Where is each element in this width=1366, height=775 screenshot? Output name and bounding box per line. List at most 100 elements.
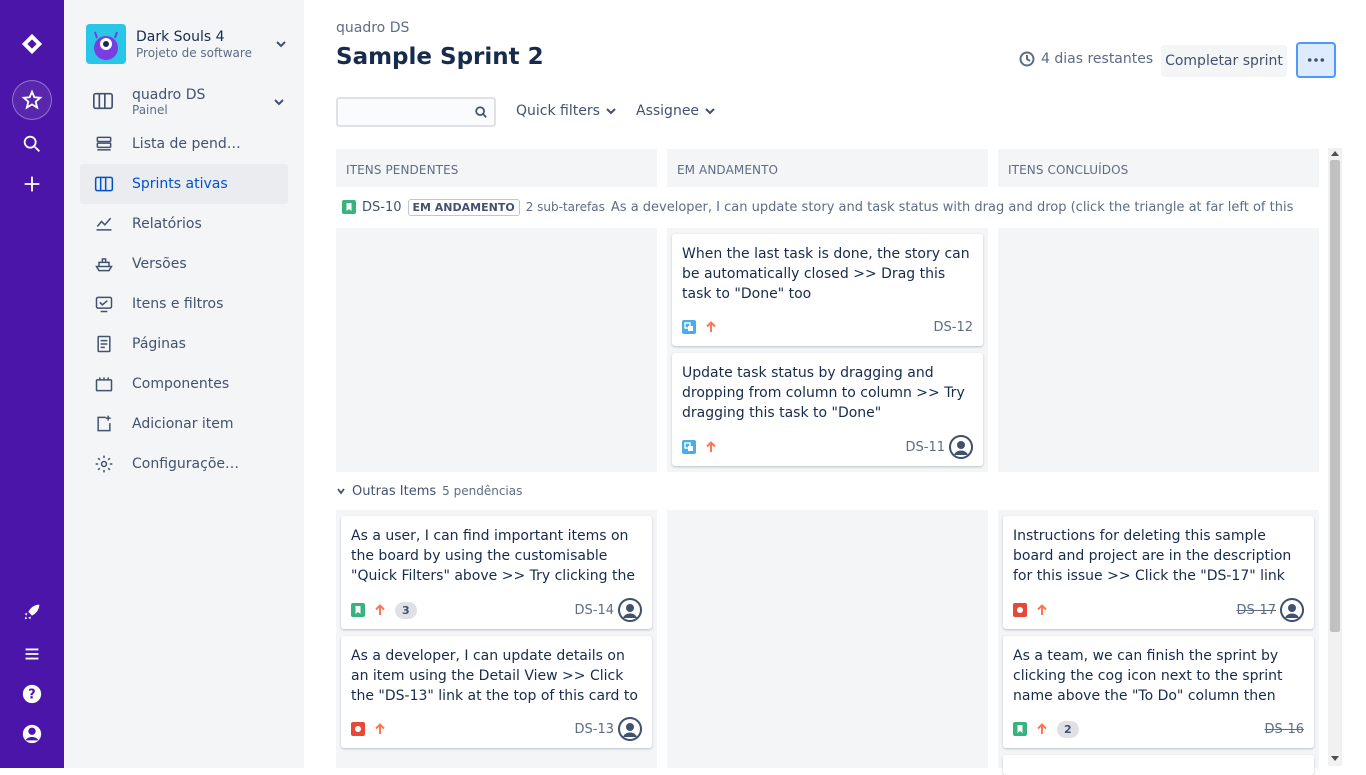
bug-icon [1013, 603, 1027, 617]
issue-key[interactable]: DS-17 [1237, 603, 1277, 618]
column-cell-done [998, 228, 1319, 472]
backlog-icon [92, 132, 116, 156]
swimlane-summary: As a developer, I can update story and t… [610, 199, 1296, 215]
project-name: Dark Souls 4 [136, 28, 225, 45]
reports-icon [92, 212, 116, 236]
chevron-down-icon [705, 108, 715, 115]
subtask-count-badge: 2 [1057, 720, 1079, 738]
sidebar-item-add-item[interactable]: Adicionar item [80, 404, 288, 444]
jira-logo-icon[interactable] [12, 24, 52, 64]
column-header-todo: ITENS PENDENTES [336, 149, 657, 187]
card-summary: Instructions for deleting this sample bo… [1013, 528, 1292, 584]
story-icon [351, 603, 365, 617]
more-actions-button[interactable] [1296, 42, 1336, 78]
sidebar-item-label: Adicionar item [132, 416, 234, 432]
sidebar-item-label: Sprints ativas [132, 176, 228, 192]
issue-key[interactable]: DS-11 [906, 440, 946, 455]
assignee-avatar[interactable] [618, 717, 642, 741]
sidebar-item-label: Configurações ... [132, 456, 242, 472]
sidebar-item-label: Páginas [132, 336, 186, 352]
status-badge: EM ANDAMENTO [407, 198, 520, 216]
complete-sprint-button[interactable]: Completar sprint [1161, 45, 1287, 77]
card-ds12[interactable]: When the last task is done, the story ca… [672, 234, 983, 346]
search-input[interactable] [336, 97, 496, 127]
swimlane-ds10[interactable]: DS-10 EM ANDAMENTO 2 sub-tarefas As a de… [336, 197, 1296, 217]
help-icon[interactable]: ? [12, 674, 52, 714]
create-icon[interactable] [12, 164, 52, 204]
card-partial[interactable] [1003, 755, 1314, 775]
sidebar-item-active-sprints[interactable]: Sprints ativas [80, 164, 288, 204]
column-cell-todo [336, 228, 657, 472]
breadcrumb[interactable]: quadro DS [336, 20, 409, 36]
assignee-dropdown[interactable]: Assignee [636, 103, 715, 119]
settings-icon [92, 452, 116, 476]
priority-high-icon [375, 604, 385, 615]
issues-icon [92, 292, 116, 316]
assignee-avatar[interactable] [618, 598, 642, 622]
chevron-down-icon [337, 488, 345, 495]
issue-count: 5 pendências [442, 484, 523, 498]
clock-icon [1019, 51, 1035, 67]
rocket-icon[interactable] [12, 592, 52, 632]
board-icon [92, 172, 116, 196]
subtask-count: 2 sub-tarefas [525, 200, 605, 214]
board-main: quadro DS Sample Sprint 2 4 dias restant… [304, 0, 1366, 775]
card-ds17[interactable]: Instructions for deleting this sample bo… [1003, 516, 1314, 629]
swimlane-other-items[interactable]: Outras Items 5 pendências [336, 481, 736, 501]
assignee-avatar[interactable] [949, 435, 973, 459]
subtask-icon [682, 320, 696, 334]
page-title: Sample Sprint 2 [336, 44, 544, 70]
project-avatar [86, 24, 126, 64]
chevron-down-icon [274, 99, 284, 106]
sidebar-item-issues[interactable]: Itens e filtros [80, 284, 288, 324]
sidebar-item-reports[interactable]: Relatórios [80, 204, 288, 244]
menu-icon[interactable] [12, 634, 52, 674]
swimlane-label: Outras Items [352, 483, 437, 499]
column-header-in-progress: EM ANDAMENTO [667, 149, 988, 187]
priority-high-icon [375, 723, 385, 734]
search-icon [475, 106, 487, 118]
board-scrollbar[interactable] [1328, 148, 1342, 766]
card-summary: As a user, I can find important items on… [351, 528, 635, 584]
sidebar-item-settings[interactable]: Configurações ... [80, 444, 288, 484]
svg-text:?: ? [28, 688, 35, 703]
card-summary: When the last task is done, the story ca… [682, 246, 970, 302]
card-summary: As a developer, I can update details on … [351, 648, 638, 704]
priority-high-icon [1037, 604, 1047, 615]
sidebar-item-label: Itens e filtros [132, 296, 224, 312]
sidebar-item-backlog[interactable]: Lista de pendê... [80, 124, 288, 164]
issue-key[interactable]: DS-14 [575, 603, 615, 618]
column-cell-in-progress [667, 510, 988, 768]
days-remaining: 4 dias restantes [1019, 51, 1153, 67]
assignee-avatar[interactable] [1280, 598, 1304, 622]
card-ds11[interactable]: Update task status by dragging and dropp… [672, 353, 983, 466]
swimlane-key[interactable]: DS-10 [362, 200, 402, 215]
user-avatar-icon[interactable] [12, 714, 52, 754]
card-ds14[interactable]: As a user, I can find important items on… [341, 516, 652, 629]
issue-key[interactable]: DS-13 [575, 722, 615, 737]
priority-high-icon [1037, 723, 1047, 734]
sidebar-item-components[interactable]: Componentes [80, 364, 288, 404]
card-summary: As a team, we can finish the sprint by c… [1013, 648, 1283, 704]
global-nav: ? [0, 0, 64, 768]
sidebar-item-label: Lista de pendê... [132, 136, 242, 152]
card-ds13[interactable]: As a developer, I can update details on … [341, 636, 652, 748]
quick-filters-dropdown[interactable]: Quick filters [516, 103, 616, 119]
search-icon[interactable] [12, 124, 52, 164]
sidebar-item-versions[interactable]: Versões [80, 244, 288, 284]
priority-high-icon [706, 321, 716, 332]
project-type: Projeto de software [136, 45, 252, 60]
sidebar-item-label: Versões [132, 256, 187, 272]
star-icon[interactable] [12, 80, 52, 120]
issue-key[interactable]: DS-16 [1265, 722, 1305, 737]
card-ds16[interactable]: As a team, we can finish the sprint by c… [1003, 636, 1314, 748]
sidebar-item-pages[interactable]: Páginas [80, 324, 288, 364]
more-icon [1307, 58, 1325, 62]
board-selector[interactable]: quadro DS Painel [92, 86, 284, 118]
chevron-down-icon [276, 41, 286, 48]
board-name: quadro DS [132, 87, 206, 103]
issue-key[interactable]: DS-12 [934, 320, 974, 335]
project-header[interactable]: Dark Souls 4 Projeto de software [86, 24, 286, 64]
ship-icon [92, 252, 116, 276]
board-sub: Painel [132, 103, 168, 117]
